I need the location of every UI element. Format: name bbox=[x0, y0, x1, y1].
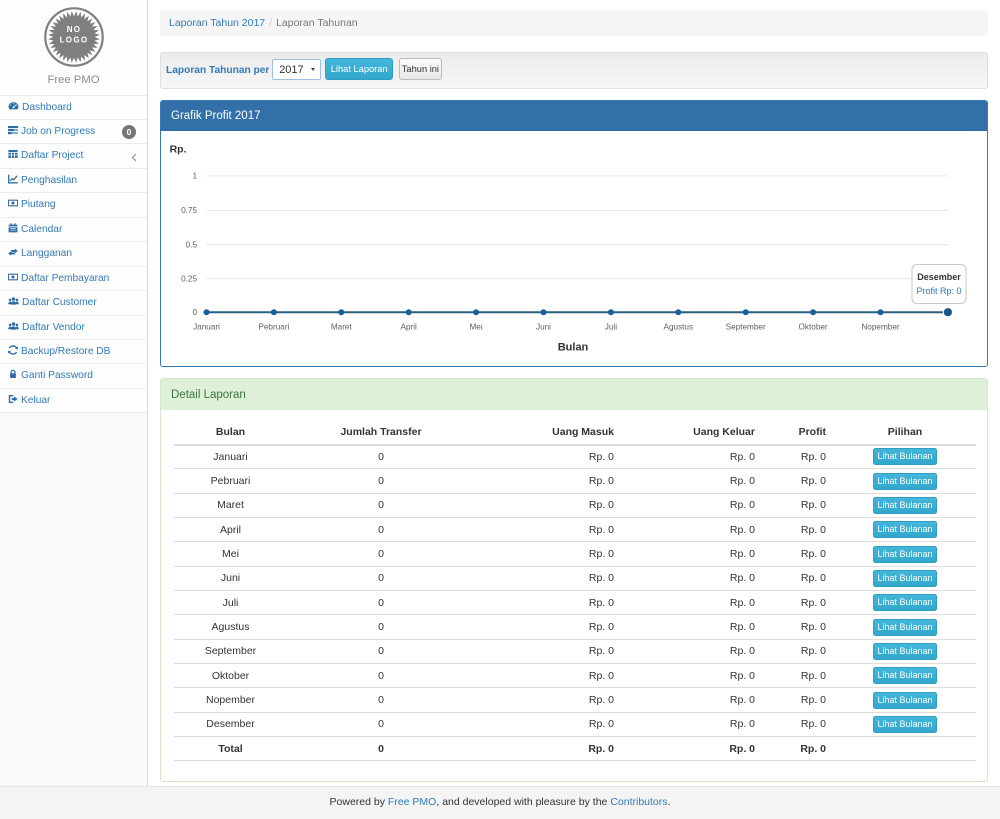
svg-text:Juni: Juni bbox=[536, 322, 551, 331]
svg-text:Agustus: Agustus bbox=[664, 322, 694, 331]
svg-text:NO: NO bbox=[67, 25, 82, 34]
svg-text:Rp.: Rp. bbox=[170, 143, 187, 155]
svg-text:LOGO: LOGO bbox=[60, 36, 89, 45]
svg-text:0.75: 0.75 bbox=[181, 206, 197, 215]
svg-text:April: April bbox=[401, 322, 418, 331]
svg-text:1: 1 bbox=[192, 171, 197, 180]
svg-text:Bulan: Bulan bbox=[558, 341, 589, 353]
svg-text:0: 0 bbox=[192, 308, 197, 317]
svg-text:Profit Rp: 0: Profit Rp: 0 bbox=[916, 286, 961, 296]
svg-text:0.5: 0.5 bbox=[186, 240, 198, 249]
svg-text:Maret: Maret bbox=[331, 322, 353, 331]
svg-text:Desember: Desember bbox=[917, 272, 961, 282]
svg-text:Mei: Mei bbox=[469, 322, 482, 331]
svg-text:Nopember: Nopember bbox=[861, 322, 900, 331]
svg-text:Pebruari: Pebruari bbox=[258, 322, 289, 331]
svg-text:Juli: Juli bbox=[605, 322, 617, 331]
svg-text:September: September bbox=[726, 322, 766, 331]
svg-text:Januari: Januari bbox=[193, 322, 220, 331]
svg-text:Oktober: Oktober bbox=[799, 322, 828, 331]
svg-text:0.25: 0.25 bbox=[181, 274, 197, 283]
